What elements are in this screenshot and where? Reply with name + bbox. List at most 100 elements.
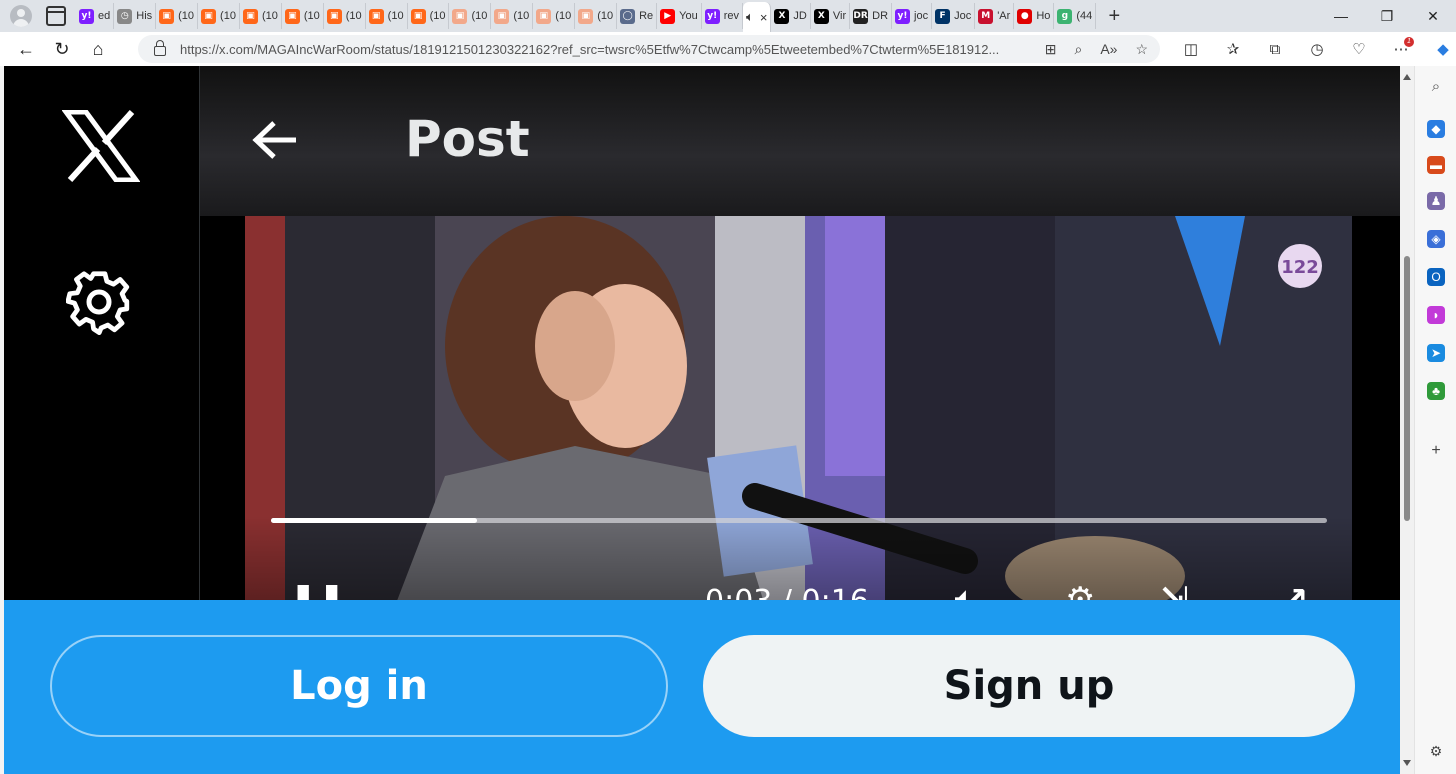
browser-tab[interactable]: X JD — [771, 3, 811, 29]
history-icon[interactable]: ◷ — [1298, 40, 1336, 58]
minimize-icon[interactable]: — — [1318, 0, 1364, 32]
browser-tab[interactable]: y! joc — [892, 3, 933, 29]
browser-tab[interactable]: ▣ (10 — [533, 3, 576, 29]
speaker-icon[interactable]: 🔈︎ — [746, 9, 754, 25]
close-window-icon[interactable]: ✕ — [1410, 0, 1456, 32]
zoom-icon[interactable]: ⌕ — [1074, 41, 1082, 58]
toolbar: ◫ ✰ ⧉ ◷ ♡ ⋯ 1 ◆ — [1172, 32, 1456, 66]
refresh-icon[interactable]: ↻ — [44, 34, 80, 64]
add-sidebar-icon[interactable]: + — [1427, 442, 1445, 460]
browser-tab[interactable]: ▣ (10 — [282, 3, 324, 29]
games-icon[interactable]: ♟ — [1427, 192, 1445, 210]
microsoft365-icon[interactable]: ◈ — [1427, 230, 1445, 248]
tab-label: (10 — [303, 10, 320, 22]
search-icon[interactable]: ⌕ — [1427, 78, 1445, 96]
fox-icon: F — [935, 8, 951, 24]
browser-tab[interactable]: y! ed — [76, 3, 115, 29]
page-title: Post — [405, 110, 530, 168]
page-scrollbar[interactable] — [1400, 66, 1414, 774]
browser-tab[interactable]: ▣ (10 — [240, 3, 282, 29]
outlook-icon[interactable]: O — [1427, 268, 1445, 286]
bookmark-icon: ▣ — [368, 8, 384, 24]
back-icon[interactable]: ← — [8, 34, 44, 64]
tree-icon[interactable]: ♣ — [1427, 382, 1445, 400]
scroll-thumb[interactable] — [1404, 256, 1410, 521]
browser-tab[interactable]: ▣ (10 — [408, 3, 450, 29]
bookmark-icon: ▣ — [201, 8, 217, 24]
browser-tab[interactable]: DR DR — [850, 3, 893, 29]
settings-gear-icon[interactable] — [66, 269, 132, 335]
mic-icon: ● — [1017, 8, 1033, 24]
address-bar[interactable]: https://x.com/MAGAIncWarRoom/status/1819… — [138, 35, 1160, 63]
tab-label: (10 — [178, 10, 195, 22]
browser-tab[interactable]: ▶ You — [657, 3, 702, 29]
browser-tab[interactable]: ◷ His — [114, 3, 157, 29]
yahoo-icon: y! — [79, 8, 94, 24]
split-screen-icon[interactable]: ◫ — [1172, 40, 1210, 58]
read-aloud-icon[interactable]: A» — [1100, 41, 1117, 58]
copilot-icon[interactable]: ◆ — [1424, 40, 1456, 58]
x-logo-icon[interactable] — [62, 110, 140, 182]
yahoo-icon: y! — [895, 8, 911, 24]
sidebar-settings-icon[interactable]: ⚙︎ — [1427, 742, 1445, 760]
browser-tab[interactable]: ▣ (10 — [366, 3, 408, 29]
favorites-icon[interactable]: ✰ — [1214, 40, 1252, 58]
designer-icon[interactable]: ◗ — [1427, 306, 1445, 324]
scroll-up-arrow-icon[interactable] — [1403, 74, 1411, 80]
profile-avatar-icon[interactable] — [10, 5, 32, 27]
browser-tab[interactable]: ▣ (10 — [324, 3, 366, 29]
pin-badge-text: 122 — [1281, 257, 1319, 278]
tools-icon[interactable]: ▬ — [1427, 156, 1445, 174]
tab-label: (10 — [429, 10, 446, 22]
browser-essentials-icon[interactable]: ♡ — [1340, 40, 1378, 58]
lock-icon[interactable] — [154, 40, 166, 56]
send-icon[interactable]: ➤ — [1427, 344, 1445, 362]
tab-label: Ho — [1036, 10, 1051, 22]
browser-tab[interactable]: ▣ (10 — [449, 3, 492, 29]
browser-tab[interactable]: ▣ (10 — [575, 3, 618, 29]
settings-more-icon[interactable]: ⋯ 1 — [1382, 37, 1420, 58]
bookmark-icon: ▣ — [242, 8, 258, 24]
video-player[interactable]: 122 ❚❚ 0:03 / 0:16 🔈︎ ⚙︎ ⇲ ↗ — [245, 216, 1352, 606]
g-icon: g — [1057, 8, 1073, 24]
scroll-down-arrow-icon[interactable] — [1403, 760, 1411, 766]
tab-label: (10 — [387, 10, 404, 22]
signup-button[interactable]: Sign up — [703, 635, 1355, 737]
tab-actions-icon[interactable] — [46, 6, 66, 26]
tab-label: JD — [793, 10, 807, 22]
app-available-icon[interactable]: ⊞ — [1045, 41, 1057, 58]
close-tab-icon[interactable]: × — [760, 10, 768, 25]
active-browser-tab[interactable]: 🔈︎ × — [743, 2, 772, 32]
tab-label: DR — [872, 10, 889, 22]
browser-tab[interactable]: g (44 — [1054, 3, 1097, 29]
dr-icon: DR — [853, 8, 869, 24]
browser-tab[interactable]: ● Ho — [1014, 3, 1055, 29]
url-text[interactable]: https://x.com/MAGAIncWarRoom/status/1819… — [180, 42, 1000, 57]
shopping-icon[interactable]: ◆ — [1427, 120, 1445, 138]
browser-tab[interactable]: ▣ (10 — [198, 3, 240, 29]
video-frame: 122 — [245, 216, 1352, 606]
browser-tab[interactable]: X Vir — [811, 3, 851, 29]
edge-sidebar: ⌕ ◆ ▬ ♟ ◈ O ◗ ➤ ♣ + ⚙︎ — [1414, 66, 1456, 774]
login-button[interactable]: Log in — [50, 635, 668, 737]
ellipse-icon: ◯ — [620, 8, 636, 24]
browser-tab[interactable]: y! rev — [702, 3, 744, 29]
collections-icon[interactable]: ⧉ — [1256, 41, 1294, 58]
new-tab-icon[interactable]: + — [1104, 5, 1124, 28]
home-icon[interactable]: ⌂ — [80, 34, 116, 64]
browser-tab[interactable]: ▣ (10 — [491, 3, 534, 29]
browser-tab[interactable]: M 'Ar — [975, 3, 1015, 29]
back-arrow-icon[interactable] — [252, 120, 298, 160]
browser-tab[interactable]: F Joc — [932, 3, 976, 29]
tab-label: Re — [639, 10, 654, 22]
favorite-star-icon[interactable]: ☆ — [1135, 41, 1148, 58]
tab-label: (10 — [471, 10, 488, 22]
restore-icon[interactable]: ❐ — [1364, 0, 1410, 32]
tab-label: Vir — [832, 10, 847, 22]
history-icon: ◷ — [117, 8, 133, 24]
bookmark-icon: ▣ — [536, 8, 552, 24]
video-progress-bar[interactable] — [271, 518, 1327, 523]
tab-label: (10 — [261, 10, 278, 22]
browser-tab[interactable]: ◯ Re — [617, 3, 658, 29]
browser-tab[interactable]: ▣ (10 — [156, 3, 199, 29]
